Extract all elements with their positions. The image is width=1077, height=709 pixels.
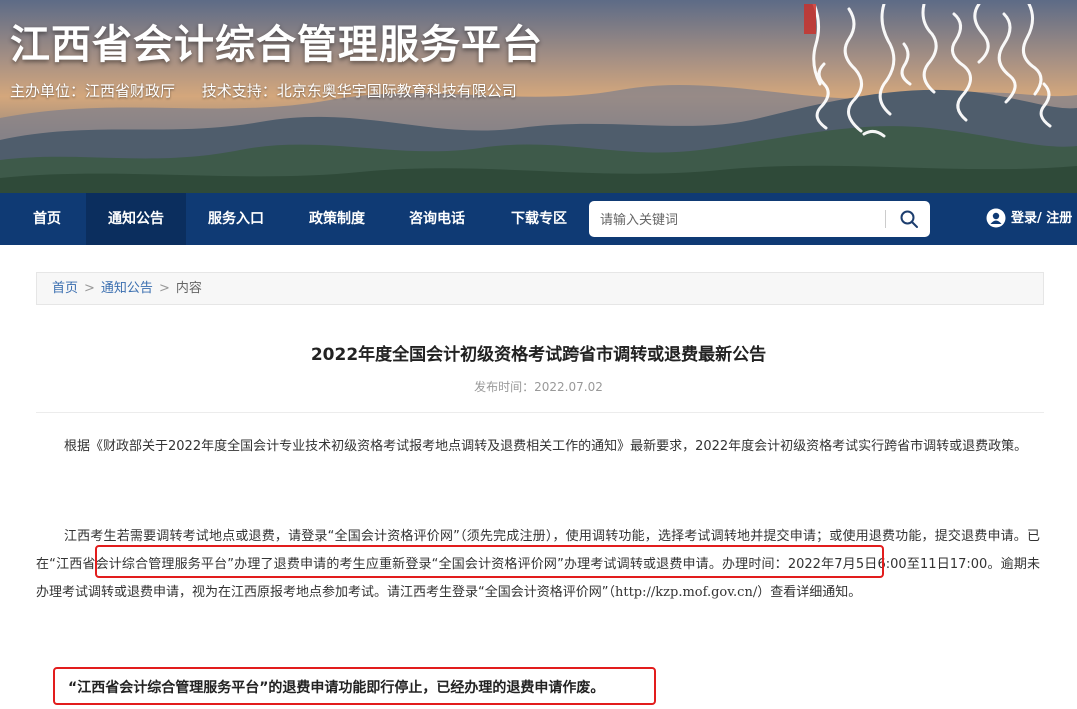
nav-service[interactable]: 服务入口 (193, 193, 279, 245)
nav-notice[interactable]: 通知公告 (86, 193, 186, 245)
site-subtitle: 主办单位：江西省财政厅 技术支持：北京东奥华宇国际教育科技有限公司 (10, 80, 517, 101)
refund-stop-notice: “江西省会计综合管理服务平台”的退费申请功能即行停止，已经办理的退费申请作废。 (68, 680, 605, 696)
search-box (589, 201, 930, 239)
tech-support-text: 技术支持：北京东奥华宇国际教育科技有限公司 (201, 82, 517, 100)
nav-policy[interactable]: 政策制度 (294, 193, 380, 245)
login-register-link[interactable]: 登录/ 注册 (986, 193, 1072, 245)
user-icon (986, 208, 1006, 227)
breadcrumb: 首页 > 通知公告 > 内容 (36, 272, 1044, 305)
kzp-url: http://kzp.mof.gov.cn/ (614, 585, 758, 600)
breadcrumb-separator: > (158, 281, 170, 296)
article-title: 2022年度全国会计初级资格考试跨省市调转或退费最新公告 (310, 345, 767, 365)
highlight-box-1 (95, 545, 884, 578)
site-banner: 江西省会计综合管理服务平台 主办单位：江西省财政厅 技术支持：北京东奥华宇国际教… (0, 0, 1077, 193)
breadcrumb-current: 内容 (175, 281, 202, 296)
login-register-label: 登录/ 注册 (1011, 211, 1073, 226)
search-divider (885, 210, 886, 228)
search-icon[interactable] (899, 209, 919, 229)
nav-hotline[interactable]: 咨询电话 (394, 193, 480, 245)
sponsor-text: 主办单位：江西省财政厅 (10, 82, 176, 100)
breadcrumb-notice[interactable]: 通知公告 (101, 281, 153, 296)
nav-download[interactable]: 下载专区 (496, 193, 582, 245)
calligraphy-decoration-icon (804, 4, 1052, 138)
article-paragraph-1: 根据《财政部关于2022年度全国会计专业技术初级资格考试报考地点调转及退费相关工… (64, 439, 1028, 454)
site-title: 江西省会计综合管理服务平台 (10, 22, 543, 68)
paragraph-2-tail: ）查看详细通知。 (757, 585, 862, 600)
publish-time: 发布时间：2022.07.02 (474, 380, 603, 394)
breadcrumb-home[interactable]: 首页 (52, 281, 78, 296)
breadcrumb-separator: > (84, 281, 95, 296)
title-divider (36, 412, 1044, 413)
nav-home[interactable]: 首页 (14, 193, 80, 245)
search-input[interactable] (598, 201, 872, 239)
main-nav: 首页 通知公告 服务入口 政策制度 咨询电话 下载专区 登录/ 注册 (0, 193, 1077, 245)
